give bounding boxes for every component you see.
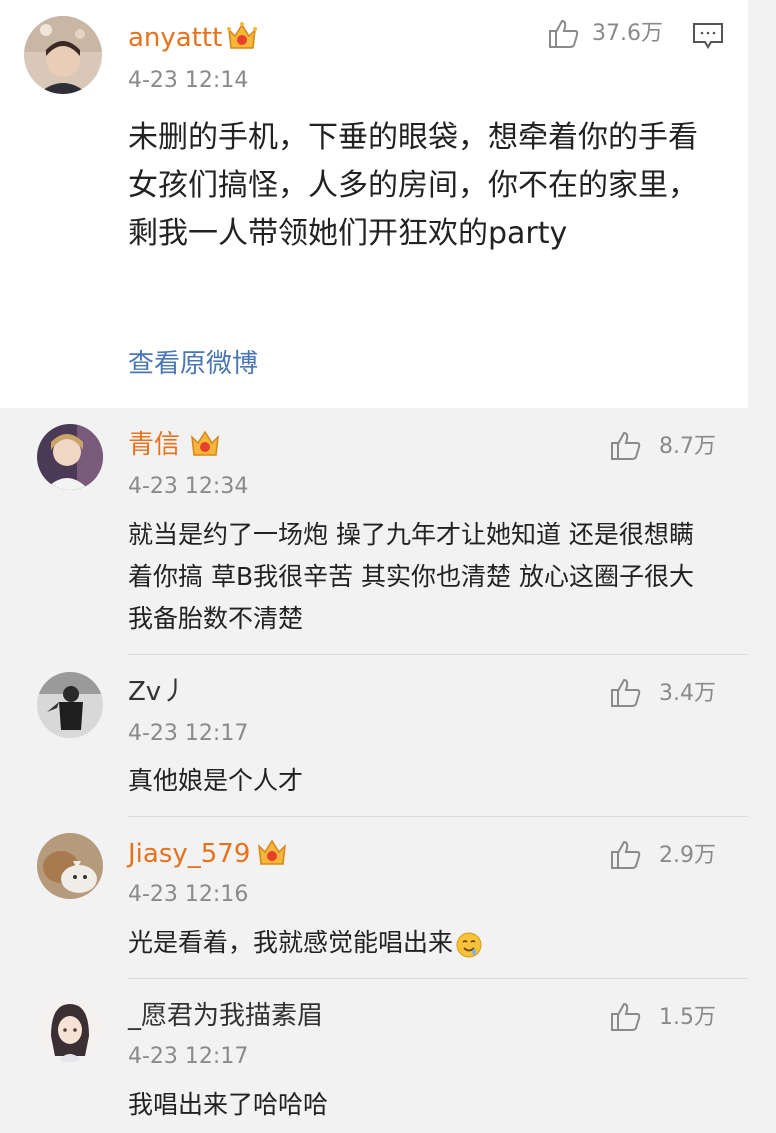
reply-text-line: 光是看着，我就感觉能唱出来 — [128, 922, 483, 964]
main-post-card: anyattt 4-23 12:14 37.6万 未删的手机，下垂的眼袋，想牵着… — [0, 0, 748, 408]
vip-crown-icon — [189, 428, 221, 462]
divider — [128, 816, 748, 817]
reply-username[interactable]: _愿君为我描素眉 — [128, 1000, 323, 1032]
like-count: 8.7万 — [659, 434, 716, 459]
vip-crown-icon — [226, 21, 258, 55]
reply-text: 真他娘是个人才 — [128, 766, 304, 795]
view-original-link[interactable]: 查看原微博 — [128, 346, 258, 382]
avatar[interactable] — [37, 996, 103, 1062]
thumbs-up-icon[interactable] — [548, 18, 580, 54]
avatar[interactable] — [37, 833, 103, 899]
thumbs-up-icon[interactable] — [610, 1001, 642, 1037]
reply-username[interactable]: Jiasy_579 — [128, 838, 250, 870]
like-count: 3.4万 — [659, 681, 716, 706]
comment-icon[interactable] — [692, 20, 724, 56]
divider — [128, 978, 748, 979]
post-text: 未删的手机，下垂的眼袋，想牵着你的手看女孩们搞怪，人多的房间，你不在的家里，剩我… — [128, 120, 698, 251]
avatar[interactable] — [24, 16, 102, 94]
reply-username[interactable]: Zv丿 — [128, 676, 187, 708]
thumbs-up-icon[interactable] — [610, 430, 642, 466]
post-timestamp: 4-23 12:14 — [128, 68, 249, 93]
avatar[interactable] — [37, 672, 103, 738]
reply-timestamp: 4-23 12:34 — [128, 474, 249, 499]
thumbs-up-icon[interactable] — [610, 839, 642, 875]
reply-username[interactable]: 青信 — [128, 429, 180, 461]
reply-timestamp: 4-23 12:16 — [128, 882, 249, 907]
like-count: 37.6万 — [592, 21, 663, 46]
post-username[interactable]: anyattt — [128, 22, 222, 54]
drooling-face-emoji-icon — [455, 931, 483, 963]
like-count: 2.9万 — [659, 843, 716, 868]
avatar[interactable] — [37, 424, 103, 490]
like-count: 1.5万 — [659, 1005, 716, 1030]
reply-text: 就当是约了一场炮 操了九年才让她知道 还是很想瞒着你搞 草B我很辛苦 其实你也清… — [128, 520, 694, 633]
thumbs-up-icon[interactable] — [610, 677, 642, 713]
reply-text: 光是看着，我就感觉能唱出来 — [128, 928, 454, 957]
reply-text: 我唱出来了哈哈哈 — [128, 1090, 329, 1119]
reply-timestamp: 4-23 12:17 — [128, 721, 249, 746]
vip-crown-icon — [256, 837, 288, 871]
divider — [128, 654, 748, 655]
reply-timestamp: 4-23 12:17 — [128, 1044, 249, 1069]
